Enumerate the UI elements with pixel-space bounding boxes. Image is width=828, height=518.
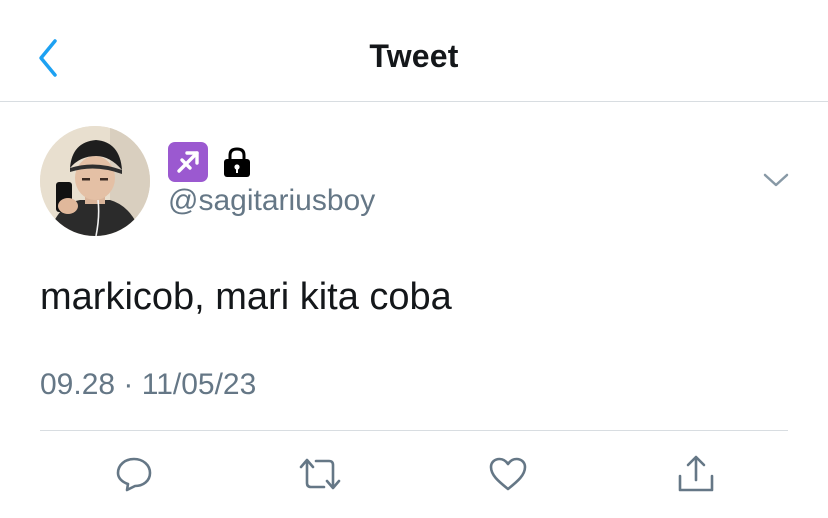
action-bar <box>0 452 828 500</box>
retweet-button[interactable] <box>298 452 342 496</box>
retweet-icon <box>299 458 341 490</box>
top-bar: Tweet <box>0 0 828 102</box>
user-handle[interactable]: @sagitariusboy <box>168 184 375 218</box>
user-badges <box>168 140 252 184</box>
tweet-timestamp[interactable]: 09.28 · 11/05/23 <box>40 368 256 402</box>
page-title: Tweet <box>369 38 459 74</box>
avatar[interactable] <box>40 126 150 236</box>
divider <box>40 430 788 431</box>
tweet-card: @sagitariusboy markicob, mari kita coba … <box>0 102 828 518</box>
share-button[interactable] <box>674 452 718 496</box>
reply-button[interactable] <box>112 452 156 496</box>
sagittarius-emoji-icon <box>168 142 208 182</box>
heart-icon <box>489 457 527 491</box>
lock-icon <box>224 147 250 177</box>
reply-icon <box>116 457 152 492</box>
tweet-options-button[interactable] <box>760 166 792 194</box>
share-icon <box>678 455 714 492</box>
tweet-text: markicob, mari kita coba <box>40 276 452 318</box>
like-button[interactable] <box>486 452 530 496</box>
chevron-down-icon <box>763 173 789 187</box>
